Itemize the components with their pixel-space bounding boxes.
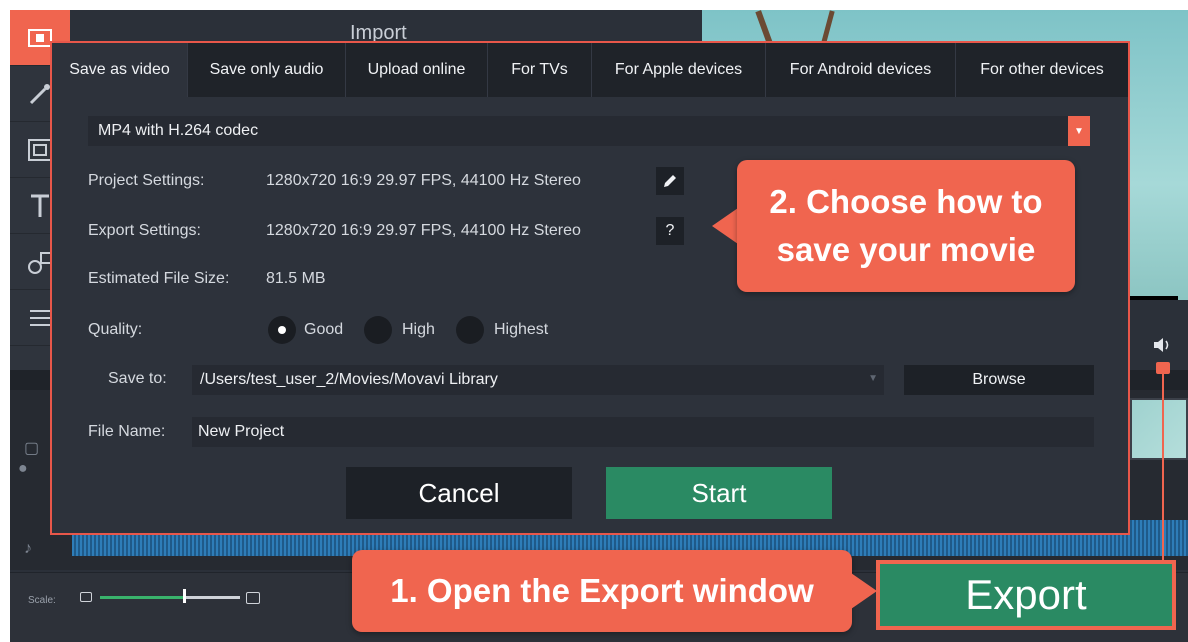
start-button[interactable]: Start [606, 467, 832, 519]
volume-icon[interactable] [1142, 328, 1182, 362]
estimated-size-value: 81.5 MB [266, 270, 326, 287]
export-tabs: Save as video Save only audio Upload onl… [52, 43, 1128, 97]
edit-pencil-icon[interactable] [656, 167, 684, 195]
zoom-in-icon[interactable] [246, 592, 260, 604]
callout-choose-how-to-save: 2. Choose how to save your movie [737, 160, 1075, 292]
tab-for-apple-devices[interactable]: For Apple devices [592, 43, 766, 97]
file-name-input[interactable]: New Project [192, 417, 1094, 447]
format-dropdown[interactable]: MP4 with H.264 codec ▼ [88, 116, 1090, 146]
quality-highest-label[interactable]: Highest [494, 321, 548, 339]
export-settings-label: Export Settings: [88, 222, 201, 239]
scale-slider-handle[interactable] [183, 589, 186, 603]
tab-save-only-audio[interactable]: Save only audio [188, 43, 346, 97]
music-note-icon: ♪ [24, 540, 32, 557]
project-settings-label: Project Settings: [88, 172, 205, 189]
format-dropdown-value: MP4 with H.264 codec [98, 122, 259, 139]
chevron-down-icon[interactable]: ▼ [868, 373, 878, 384]
quality-good-label[interactable]: Good [304, 321, 343, 339]
project-settings-value: 1280x720 16:9 29.97 FPS, 44100 Hz Stereo [266, 172, 581, 189]
callout-2-line-2: save your movie [776, 231, 1036, 268]
chevron-down-icon[interactable]: ▼ [1068, 116, 1090, 146]
callout-pointer [851, 573, 877, 609]
preview-progress-bar[interactable] [1128, 296, 1178, 300]
estimated-size-label: Estimated File Size: [88, 270, 230, 287]
save-to-label: Save to: [108, 370, 167, 387]
export-button[interactable]: Export [876, 560, 1176, 630]
cancel-button[interactable]: Cancel [346, 467, 572, 519]
zoom-out-icon[interactable] [80, 592, 92, 602]
tab-for-other-devices[interactable]: For other devices [956, 43, 1128, 97]
tab-save-as-video[interactable]: Save as video [52, 43, 188, 97]
scale-label: Scale: [28, 595, 56, 606]
browse-button[interactable]: Browse [904, 365, 1094, 395]
quality-high-radio[interactable] [364, 316, 392, 344]
quality-good-radio[interactable] [268, 316, 296, 344]
quality-high-label[interactable]: High [402, 321, 435, 339]
file-name-label: File Name: [88, 423, 166, 440]
quality-label: Quality: [88, 321, 143, 338]
playhead-line [1162, 366, 1164, 566]
video-clip[interactable] [1130, 398, 1188, 460]
help-button[interactable]: ? [656, 217, 684, 245]
save-to-path-value: /Users/test_user_2/Movies/Movavi Library [200, 371, 498, 388]
callout-pointer [712, 208, 738, 244]
visibility-eye-icon[interactable]: ● [18, 460, 28, 478]
video-track-icon: ▢ [24, 440, 40, 457]
export-settings-value: 1280x720 16:9 29.97 FPS, 44100 Hz Stereo [266, 222, 581, 239]
callout-open-export-window: 1. Open the Export window [352, 550, 852, 632]
tab-upload-online[interactable]: Upload online [346, 43, 488, 97]
quality-highest-radio[interactable] [456, 316, 484, 344]
tab-for-android-devices[interactable]: For Android devices [766, 43, 956, 97]
save-to-path-field[interactable]: /Users/test_user_2/Movies/Movavi Library… [192, 365, 884, 395]
callout-2-line-1: 2. Choose how to [769, 183, 1043, 220]
tab-for-tvs[interactable]: For TVs [488, 43, 592, 97]
scale-slider[interactable] [100, 596, 240, 599]
